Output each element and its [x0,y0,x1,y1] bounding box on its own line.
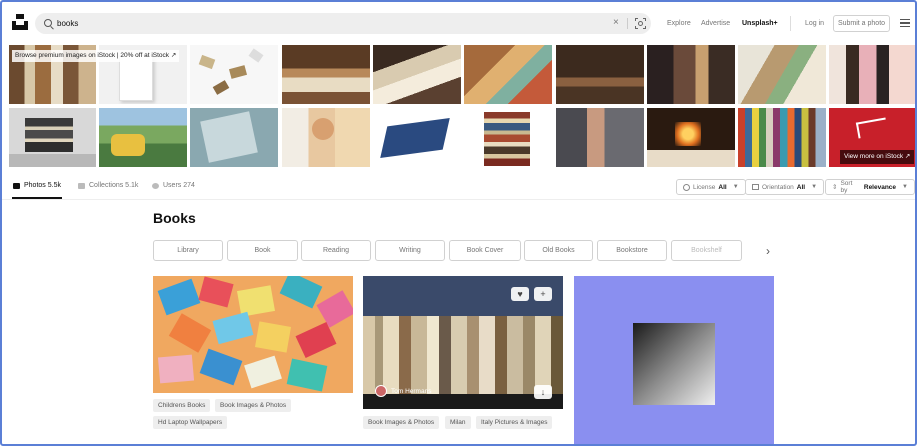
search-bar[interactable]: × [35,13,651,34]
related-chip-library[interactable]: Library [153,240,223,261]
heart-icon: ♥ [517,289,523,299]
chevron-right-icon[interactable]: › [766,244,770,258]
tag-chip[interactable]: Italy Pictures & Images [476,416,553,429]
orientation-label: Orientation [762,183,794,191]
istock-promo-label[interactable]: Browse premium images on iStock | 20% of… [12,50,180,62]
tab-collections-label: Collections 5.1k [89,182,139,189]
close-icon[interactable]: × [613,17,619,28]
view-more-istock-link[interactable]: View more on iStock ↗ [840,150,915,164]
istock-thumbnail[interactable] [190,45,278,104]
avatar [375,385,387,397]
login-link[interactable]: Log in [805,20,824,27]
tag-chip[interactable]: Childrens Books [153,399,211,412]
related-chip-old-books[interactable]: Old Books [524,240,593,261]
orientation-value: All [796,183,806,191]
tag-chip[interactable]: Book Images & Photos [363,416,440,429]
related-chip-writing[interactable]: Writing [375,240,445,261]
photo-author[interactable]: Tom Hermans [375,385,431,397]
chevron-down-icon: ▼ [732,184,739,190]
nav-advertise[interactable]: Advertise [701,20,730,27]
result-tabs: Photos 5.5k Collections 5.1k Users 274 L… [2,174,915,200]
istock-thumbnail[interactable] [464,108,552,167]
tag-chip[interactable]: Milan [445,416,471,429]
istock-thumbnail[interactable] [282,108,370,167]
photo-card-promo[interactable] [574,276,774,444]
collection-icon [78,182,85,189]
related-chip-book-cover[interactable]: Book Cover [449,240,521,261]
license-value: All [718,183,727,191]
tab-collections[interactable]: Collections 5.1k [78,182,138,189]
tab-users[interactable]: Users 274 [152,182,195,189]
istock-thumbnail[interactable] [556,45,644,104]
page-title: Books [153,210,196,226]
istock-thumbnail[interactable] [647,108,735,167]
unsplash-logo-icon[interactable] [12,14,28,30]
top-header: × Explore Advertise Unsplash+ Log in Sub… [2,2,915,44]
plus-icon: + [540,289,546,299]
istock-thumbnail[interactable] [738,108,826,167]
tab-users-label: Users 274 [163,182,195,189]
visual-search-icon[interactable] [635,18,646,29]
active-tab-indicator [12,197,62,199]
photo-card-colorful-books[interactable] [153,276,353,393]
license-icon [683,183,690,191]
search-input[interactable] [57,13,617,34]
download-icon: ↓ [540,387,546,397]
istock-thumbnail[interactable] [464,45,552,104]
istock-image-grid [9,45,915,167]
license-filter[interactable]: License All ▼ [676,179,746,195]
download-button[interactable]: ↓ [534,385,552,399]
chevron-down-icon: ▼ [902,184,908,190]
istock-thumbnail[interactable] [373,108,461,167]
users-icon [152,182,159,189]
sort-value: Relevance [863,183,897,191]
istock-thumbnail[interactable] [9,108,96,167]
hamburger-menu-icon[interactable] [900,19,910,27]
nav-explore[interactable]: Explore [667,20,691,27]
istock-thumbnail[interactable] [190,108,278,167]
istock-thumbnail[interactable] [829,45,915,104]
browser-frame: × Explore Advertise Unsplash+ Log in Sub… [0,0,917,446]
tag-chip[interactable]: Book Images & Photos [215,399,292,412]
search-divider [627,18,628,29]
license-label: License [693,183,716,191]
istock-thumbnail[interactable] [738,45,826,104]
tab-photos-label: Photos 5.5k [24,182,61,189]
istock-thumbnail[interactable] [373,45,461,104]
istock-thumbnail[interactable] [647,45,735,104]
sort-icon: ⇕ [832,184,838,191]
photo-icon [13,182,20,189]
related-chip-bookshelf[interactable]: Bookshelf [671,240,742,261]
header-divider [790,16,791,31]
like-button[interactable]: ♥ [511,287,529,301]
tab-photos[interactable]: Photos 5.5k [13,182,61,189]
istock-thumbnail[interactable] [556,108,644,167]
chevron-down-icon: ▼ [811,184,818,190]
istock-thumbnail[interactable] [99,108,187,167]
sort-filter[interactable]: ⇕ Sort by Relevance ▼ [825,179,915,195]
related-chip-bookstore[interactable]: Bookstore [597,240,667,261]
orientation-icon [752,184,759,190]
related-chip-book[interactable]: Book [227,240,298,261]
related-chip-reading[interactable]: Reading [301,240,371,261]
add-to-collection-button[interactable]: + [534,287,552,301]
author-name: Tom Hermans [391,387,432,395]
search-icon [44,19,52,27]
submit-photo-button[interactable]: Submit a photo [833,15,890,32]
tag-chip[interactable]: Hd Laptop Wallpapers [153,416,228,429]
istock-thumbnail[interactable] [282,45,370,104]
orientation-filter[interactable]: Orientation All ▼ [745,179,825,195]
nav-unsplash-plus[interactable]: Unsplash+ [742,20,778,27]
sort-label: Sort by [840,180,853,194]
